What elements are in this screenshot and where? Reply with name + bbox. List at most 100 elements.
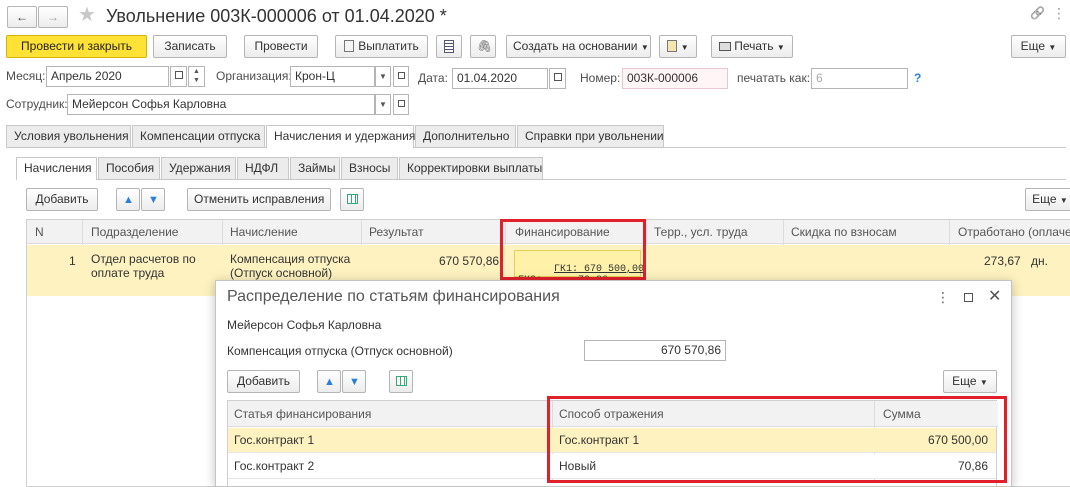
- more-vert-icon[interactable]: ⋮: [1052, 5, 1066, 22]
- organization-field[interactable]: Крон-Ц: [290, 66, 375, 87]
- dialog-move-up-button[interactable]: ▲: [317, 370, 341, 393]
- tab-dismissal-certificates[interactable]: Справки при увольнении: [517, 125, 664, 147]
- dialog-move-down-button[interactable]: ▼: [342, 370, 366, 393]
- subtab-loans[interactable]: Займы: [290, 157, 340, 179]
- dialog-more-icon[interactable]: ⋮: [936, 289, 950, 306]
- dialog-table-settings-button[interactable]: [389, 370, 413, 393]
- close-icon[interactable]: ✕: [988, 286, 1001, 306]
- arrow-up-icon: ▲: [324, 376, 335, 388]
- row-unit: дн.: [1031, 254, 1048, 268]
- help-icon[interactable]: ?: [914, 68, 921, 88]
- move-down-button[interactable]: ▼: [141, 188, 165, 211]
- tab-dismissal-conditions[interactable]: Условия увольнения: [6, 125, 131, 147]
- dropdown-icon: ▼: [979, 378, 988, 387]
- subtab-deductions[interactable]: Удержания: [161, 157, 236, 179]
- move-up-button[interactable]: ▲: [116, 188, 140, 211]
- tab-accruals-deductions[interactable]: Начисления и удержания: [266, 125, 415, 148]
- subtab-ndfl[interactable]: НДФЛ: [237, 157, 289, 179]
- subtab-accruals[interactable]: Начисления: [16, 157, 97, 180]
- organization-dropdown-button[interactable]: ▼: [375, 66, 391, 87]
- calendar-icon: [174, 71, 183, 79]
- employee-dropdown-button[interactable]: ▼: [375, 94, 391, 115]
- row-article: Гос.контракт 1: [234, 433, 315, 447]
- document-settings-button[interactable]: ▼: [659, 35, 697, 58]
- organization-label: Организация:: [216, 69, 292, 83]
- paperclip-icon: 🖇: [477, 39, 493, 53]
- print-as-label: печатать как:: [737, 71, 811, 85]
- dropdown-icon: ▼: [680, 43, 689, 52]
- list-icon: [444, 40, 454, 53]
- cancel-corrections-button[interactable]: Отменить исправления: [187, 188, 331, 211]
- document-icon: [344, 40, 355, 52]
- col-header-article[interactable]: Статья финансирования: [234, 405, 371, 423]
- back-button[interactable]: ←: [7, 6, 37, 28]
- number-field[interactable]: 003К-000006: [622, 68, 728, 89]
- arrow-down-icon: ▼: [148, 194, 159, 206]
- open-icon: [397, 72, 405, 79]
- employee-field[interactable]: Мейерсон Софья Карловна: [67, 94, 375, 115]
- add-accrual-button[interactable]: Добавить: [26, 188, 98, 211]
- dropdown-icon: ▼: [1059, 196, 1068, 205]
- calendar-icon: [553, 73, 562, 81]
- month-stepper[interactable]: ▲ ▼: [188, 66, 205, 87]
- table-add-icon: [396, 376, 407, 386]
- financing-highlight: [500, 219, 646, 280]
- open-icon: [397, 100, 405, 107]
- row-accrual: Компенсация отпуска (Отпуск основной): [230, 252, 351, 280]
- col-header-discount[interactable]: Скидка по взносам: [791, 223, 897, 241]
- col-header-n[interactable]: N: [35, 223, 44, 241]
- tab-additional[interactable]: Дополнительно: [415, 125, 516, 147]
- subtab-contributions[interactable]: Взносы: [341, 157, 398, 179]
- month-field[interactable]: Апрель 2020: [46, 66, 169, 87]
- employee-open-button[interactable]: [393, 94, 409, 115]
- month-calendar-button[interactable]: [170, 66, 187, 87]
- dialog-total-field[interactable]: 670 570,86: [584, 340, 726, 361]
- organization-open-button[interactable]: [393, 66, 409, 87]
- forward-button[interactable]: →: [38, 6, 68, 28]
- col-header-worked[interactable]: Отработано (оплачено): [958, 223, 1070, 241]
- back-arrow-icon: ←: [16, 10, 28, 24]
- forward-arrow-icon: →: [47, 10, 59, 24]
- page-title: Увольнение 003К-000006 от 01.04.2020 *: [106, 6, 447, 26]
- print-button[interactable]: Печать ▼: [711, 35, 793, 58]
- favorite-star-icon[interactable]: ★: [78, 3, 96, 27]
- col-header-territory[interactable]: Терр., усл. труда: [654, 223, 748, 241]
- dialog-employee: Мейерсон Софья Карловна: [227, 318, 382, 332]
- pay-button[interactable]: Выплатить: [335, 35, 428, 58]
- dialog-add-button[interactable]: Добавить: [227, 370, 300, 393]
- post-and-close-button[interactable]: Провести и закрыть: [6, 35, 147, 58]
- dropdown-icon: ▼: [1048, 43, 1057, 52]
- date-field[interactable]: 01.04.2020: [452, 68, 548, 89]
- row-department: Отдел расчетов по оплате труда: [91, 252, 196, 280]
- post-button[interactable]: Провести: [244, 35, 318, 58]
- table-add-icon: [347, 194, 358, 204]
- accruals-more-button[interactable]: Еще ▼: [1025, 188, 1070, 211]
- table-settings-button[interactable]: [340, 188, 364, 211]
- dialog-accrual: Компенсация отпуска (Отпуск основной): [227, 344, 453, 358]
- link-icon[interactable]: 🔗: [1030, 6, 1045, 20]
- date-calendar-button[interactable]: [549, 68, 566, 89]
- dropdown-icon: ▼: [776, 43, 785, 52]
- row-worked: 273,67: [984, 254, 1021, 268]
- document-gear-icon: [667, 40, 678, 52]
- col-header-result[interactable]: Результат: [369, 223, 424, 241]
- save-button[interactable]: Записать: [153, 35, 227, 58]
- method-sum-highlight: [547, 396, 1007, 483]
- report-button[interactable]: [436, 35, 462, 58]
- col-header-department[interactable]: Подразделение: [91, 223, 178, 241]
- print-as-field[interactable]: 6: [811, 68, 908, 89]
- attach-button[interactable]: 🖇: [470, 35, 496, 58]
- col-header-accrual[interactable]: Начисление: [230, 223, 298, 241]
- dialog-more-button[interactable]: Еще ▼: [943, 370, 997, 393]
- dialog-title: Распределение по статьям финансирования: [227, 288, 560, 305]
- month-label: Месяц:: [6, 69, 46, 83]
- number-label: Номер:: [580, 71, 621, 85]
- subtab-benefits[interactable]: Пособия: [98, 157, 160, 179]
- create-based-button[interactable]: Создать на основании ▼: [506, 35, 651, 58]
- arrow-down-icon: ▼: [349, 376, 360, 388]
- more-button[interactable]: Еще ▼: [1011, 35, 1066, 58]
- subtab-payment-corrections[interactable]: Корректировки выплаты: [399, 157, 543, 179]
- tab-vacation-compensation[interactable]: Компенсации отпуска: [132, 125, 265, 147]
- row-article: Гос.контракт 2: [234, 459, 315, 473]
- maximize-icon[interactable]: [964, 293, 973, 302]
